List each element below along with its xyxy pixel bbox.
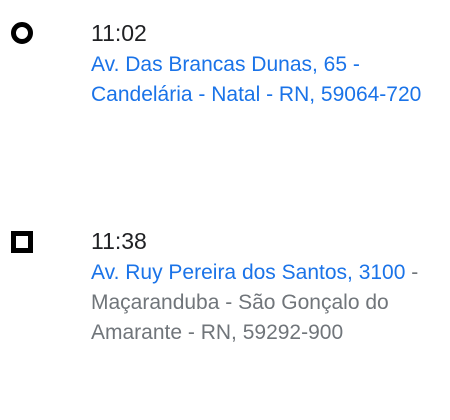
origin-address-link[interactable]: Av. Das Brancas Dunas, 65 - Candelária -… bbox=[91, 53, 421, 106]
origin-address: Av. Das Brancas Dunas, 65 - Candelária -… bbox=[91, 50, 441, 110]
destination-square-icon bbox=[11, 231, 33, 253]
origin-details: 11:02 Av. Das Brancas Dunas, 65 - Candel… bbox=[91, 18, 441, 110]
origin-circle-icon bbox=[11, 22, 33, 44]
origin-time: 11:02 bbox=[91, 20, 147, 46]
destination-details: 11:38 Av. Ruy Pereira dos Santos, 3100 -… bbox=[91, 226, 441, 348]
destination-time: 11:38 bbox=[91, 228, 147, 254]
route-timeline: 11:02 Av. Das Brancas Dunas, 65 - Candel… bbox=[0, 0, 450, 420]
destination-address: Av. Ruy Pereira dos Santos, 3100 - Maçar… bbox=[91, 258, 441, 348]
destination-address-link[interactable]: Av. Ruy Pereira dos Santos, 3100 bbox=[91, 261, 405, 284]
